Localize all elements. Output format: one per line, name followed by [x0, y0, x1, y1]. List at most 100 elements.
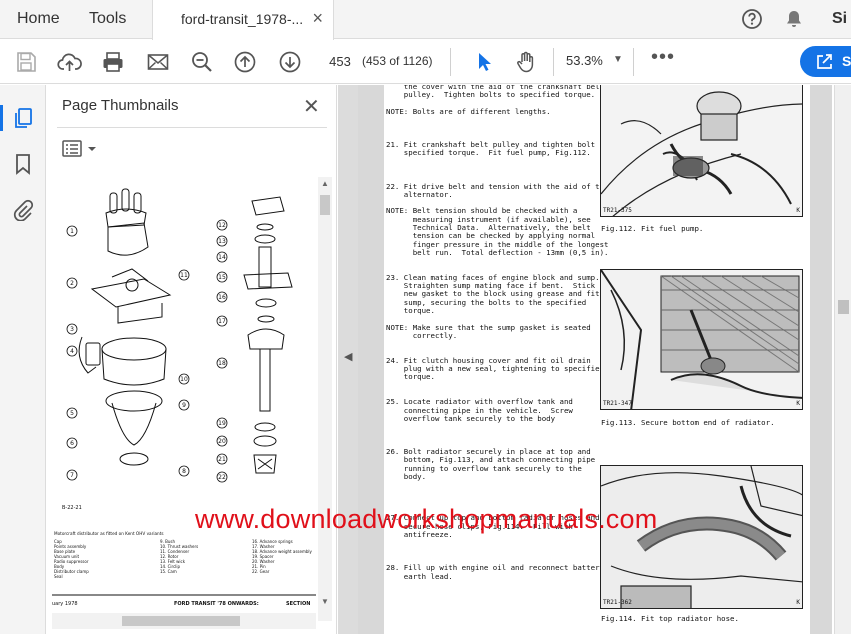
text-line: body.: [386, 471, 427, 481]
callout-label: 21: [218, 456, 226, 463]
text-line: [386, 340, 598, 348]
text-line: [386, 481, 598, 489]
thumbnail-scrollbar[interactable]: ▲ ▼: [318, 177, 332, 621]
part-label: 15. Cam: [160, 569, 177, 574]
figure-corner: K: [796, 400, 800, 407]
print-icon[interactable]: [101, 50, 125, 74]
callout-label: 11: [180, 272, 188, 279]
radiator-hose-photo: [601, 466, 802, 608]
text-line: specified torque. Fit fuel pump, Fig.112…: [386, 148, 591, 158]
callout-label: 19: [218, 420, 226, 427]
text-line: correctly.: [386, 330, 458, 340]
more-tools-icon[interactable]: •••: [651, 46, 675, 69]
share-button[interactable]: S: [800, 46, 851, 77]
callout-label: 6: [70, 440, 74, 447]
figure-ref: TR21-375: [603, 207, 632, 214]
panel-collapse-handle[interactable]: ◀: [338, 85, 358, 634]
close-panel-icon[interactable]: ✕: [303, 94, 320, 119]
figure-112: TR21-375 K: [600, 85, 803, 217]
callout-label: 15: [218, 274, 226, 281]
sign-in-link[interactable]: Si: [832, 10, 847, 28]
page-number-input[interactable]: 453: [322, 48, 358, 74]
scrollbar-thumb[interactable]: [838, 300, 849, 314]
callout-label: 17: [218, 318, 226, 325]
document-tab-title: ford-transit_1978-...: [181, 11, 304, 27]
text-line: [386, 539, 598, 547]
scrollbar-thumb[interactable]: [122, 616, 240, 626]
callout-label: 5: [70, 410, 74, 417]
scroll-down-icon[interactable]: ▼: [321, 597, 329, 606]
page-thumbnails-panel: Page Thumbnails ✕ 1 2 3 4 5 6 7 11 10 9 …: [47, 85, 337, 634]
previous-page-icon[interactable]: [233, 50, 257, 74]
thumbnail-horizontal-scrollbar[interactable]: [52, 613, 316, 629]
notification-bell-icon[interactable]: [783, 8, 805, 35]
callout-label: 3: [70, 326, 74, 333]
collapse-arrow-icon[interactable]: ◀: [344, 350, 352, 363]
email-icon[interactable]: [146, 50, 170, 74]
callout-label: 7: [70, 472, 74, 479]
page-count-label: (453 of 1126): [362, 54, 433, 68]
menu-tools[interactable]: Tools: [89, 10, 126, 28]
share-label: S: [842, 53, 851, 69]
figure-113-caption: Fig.113. Secure bottom end of radiator.: [601, 418, 775, 427]
callout-label: 2: [70, 280, 74, 287]
text-line: [386, 257, 598, 265]
text-line: [386, 124, 598, 132]
page-thumbnails-icon[interactable]: [12, 107, 34, 129]
zoom-out-icon[interactable]: [190, 50, 214, 74]
next-page-icon[interactable]: [278, 50, 302, 74]
document-page[interactable]: the cover with the aid of the crankshaft…: [384, 85, 810, 634]
zoom-dropdown-icon[interactable]: ▼: [613, 54, 623, 65]
text-line: [386, 431, 598, 439]
callout-label: 14: [218, 254, 226, 261]
callout-label: 9: [182, 402, 186, 409]
text-line: torque.: [386, 372, 435, 382]
figure-ref: TR21-362: [603, 599, 632, 606]
callout-label: 8: [182, 468, 186, 475]
bookmark-icon[interactable]: [12, 153, 34, 175]
select-cursor-icon[interactable]: [472, 50, 496, 74]
toolbar-divider: [553, 48, 554, 76]
callout-label: 22: [218, 474, 226, 481]
attachment-icon[interactable]: [12, 199, 34, 222]
thumbnail-footer: SECTION: [286, 601, 310, 607]
tab-close-icon[interactable]: ×: [312, 9, 323, 27]
hand-tool-icon[interactable]: [514, 50, 538, 74]
text-line: [386, 548, 598, 556]
divider: [57, 127, 327, 128]
figure-114: TR21-362 K: [600, 465, 803, 609]
main-toolbar: 453 (453 of 1126) 53.3% ▼ ••• S: [0, 40, 851, 84]
document-scrollbar[interactable]: [834, 85, 851, 634]
zoom-level[interactable]: 53.3%: [566, 53, 603, 68]
figure-112-caption: Fig.112. Fit fuel pump.: [601, 224, 704, 233]
cloud-upload-icon[interactable]: [57, 50, 82, 74]
fuel-pump-photo: [601, 85, 802, 216]
text-line: [386, 382, 598, 390]
document-tab[interactable]: ford-transit_1978-... ×: [152, 0, 334, 40]
share-icon: [817, 54, 832, 69]
part-label: Seal: [54, 574, 63, 579]
scroll-up-icon[interactable]: ▲: [321, 179, 329, 188]
page-thumbnail[interactable]: 1 2 3 4 5 6 7 11 10 9 8 12 13 14 15 16 1…: [52, 177, 316, 621]
scrollbar-thumb[interactable]: [320, 195, 330, 215]
watermark-text: www.downloadworkshopmanuals.com: [195, 504, 658, 534]
text-line: torque.: [386, 306, 435, 316]
callout-label: 18: [218, 360, 226, 367]
navigation-rail: [0, 85, 46, 634]
active-indicator: [0, 105, 3, 131]
menu-home[interactable]: Home: [17, 10, 60, 28]
callout-label: 16: [218, 294, 226, 301]
figure-corner: K: [796, 599, 800, 606]
save-icon[interactable]: [14, 50, 38, 74]
thumbnail-ref: B-22-21: [62, 505, 82, 511]
radiator-photo: [601, 270, 802, 409]
help-icon[interactable]: [741, 8, 763, 35]
figure-114-caption: Fig.114. Fit top radiator hose.: [601, 614, 739, 623]
text-line: overflow tank securely to the body: [386, 413, 556, 423]
text-line: [386, 490, 598, 498]
callout-label: 10: [180, 376, 188, 383]
callout-label: 4: [70, 348, 74, 355]
text-line: alternator.: [386, 189, 453, 199]
text-line: [386, 166, 598, 174]
thumbnail-options-icon[interactable]: [62, 140, 102, 163]
